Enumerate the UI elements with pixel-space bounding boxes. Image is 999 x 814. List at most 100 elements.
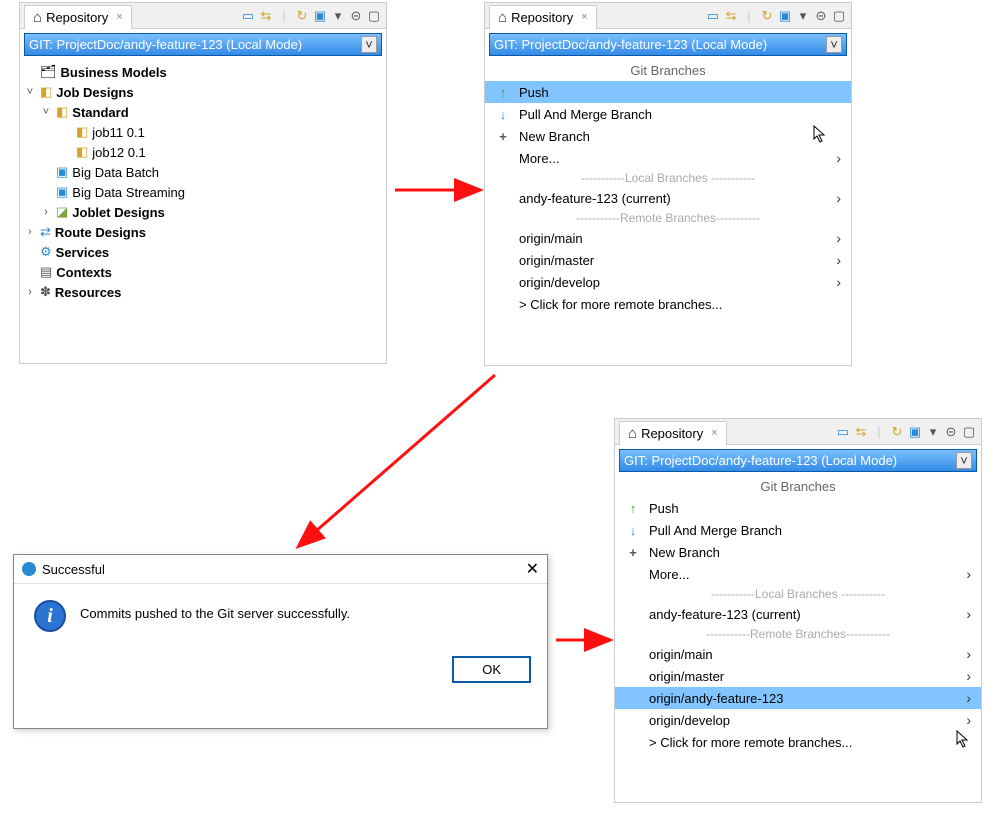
refresh-icon[interactable]: ↻ xyxy=(294,8,310,24)
tree-item-route-designs[interactable]: ›⇄Route Designs xyxy=(20,222,386,242)
toolbar-icon-2[interactable]: ⇆ xyxy=(723,8,739,24)
tree-item-joblet-designs[interactable]: ›◪Joblet Designs xyxy=(20,202,386,222)
panel-toolbar: ▭ ⇆ | ↻ ▣ ▾ ⊝ ▢ xyxy=(705,8,847,24)
chevron-right-icon: › xyxy=(966,646,971,662)
menu-item-local-current[interactable]: andy-feature-123 (current) › xyxy=(615,603,981,625)
twisty-closed-icon[interactable]: › xyxy=(40,206,52,218)
menu-item-push[interactable]: ↑ Push xyxy=(615,497,981,519)
tree-icon: ◪ xyxy=(56,204,68,220)
toolbar-icon-2[interactable]: ⇆ xyxy=(853,424,869,440)
tabbar: Repository × ▭ ⇆ | ↻ ▣ ▾ ⊝ ▢ xyxy=(20,3,386,29)
menu-item-origin-develop[interactable]: origin/develop › xyxy=(485,271,851,293)
tree-item-services[interactable]: ⚙Services xyxy=(20,242,386,262)
tree-item-job12[interactable]: ◧job12 0.1 xyxy=(20,142,386,162)
menu-item-origin-main[interactable]: origin/main › xyxy=(485,227,851,249)
tree-item-job11[interactable]: ◧job11 0.1 xyxy=(20,122,386,142)
repository-tree[interactable]: 🗂Business Models ˅◧Job Designs ˅◧Standar… xyxy=(20,60,386,363)
job-icon: ◧ xyxy=(76,124,88,140)
git-branches-menu: Git Branches ↑ Push ↓ Pull And Merge Bra… xyxy=(615,476,981,802)
minimize-icon[interactable]: ⊝ xyxy=(943,424,959,440)
view-menu-icon[interactable]: ▾ xyxy=(925,424,941,440)
menu-item-local-current[interactable]: andy-feature-123 (current) › xyxy=(485,187,851,209)
tree-icon: ⚙ xyxy=(40,244,52,260)
refresh-icon[interactable]: ↻ xyxy=(889,424,905,440)
toolbar-icon-1[interactable]: ▭ xyxy=(705,8,721,24)
tree-item-job-designs[interactable]: ˅◧Job Designs xyxy=(20,82,386,102)
chevron-right-icon: › xyxy=(836,150,841,166)
twisty-closed-icon[interactable]: › xyxy=(24,226,36,238)
menu-item-new-branch[interactable]: + New Branch xyxy=(615,541,981,563)
chevron-right-icon: › xyxy=(966,712,971,728)
repository-tab[interactable]: Repository × xyxy=(619,421,727,445)
twisty-open-icon[interactable]: ˅ xyxy=(40,106,52,118)
twisty-open-icon[interactable]: ˅ xyxy=(24,86,36,98)
chevron-right-icon: › xyxy=(836,274,841,290)
arrow-up-icon: ↑ xyxy=(625,501,641,516)
tree-item-standard[interactable]: ˅◧Standard xyxy=(20,102,386,122)
menu-item-more-remote[interactable]: > Click for more remote branches... xyxy=(615,731,981,753)
arrow-up-icon: ↑ xyxy=(495,85,511,100)
close-tab-icon[interactable]: × xyxy=(581,11,587,23)
repository-tab[interactable]: Repository × xyxy=(24,5,132,29)
tree-icon: ◧ xyxy=(40,84,52,100)
dialog-message: Commits pushed to the Git server success… xyxy=(80,600,350,621)
refresh-icon[interactable]: ↻ xyxy=(759,8,775,24)
maximize-icon[interactable]: ▢ xyxy=(961,424,977,440)
tree-item-business-models[interactable]: 🗂Business Models xyxy=(20,62,386,82)
chevron-right-icon: › xyxy=(966,566,971,582)
tree-item-contexts[interactable]: ▤Contexts xyxy=(20,262,386,282)
toolbar-icon-4[interactable]: ▣ xyxy=(907,424,923,440)
repo-selector[interactable]: GIT: ProjectDoc/andy-feature-123 (Local … xyxy=(489,33,847,56)
view-menu-icon[interactable]: ▾ xyxy=(330,8,346,24)
toolbar-icon-1[interactable]: ▭ xyxy=(240,8,256,24)
chevron-right-icon: › xyxy=(836,230,841,246)
maximize-icon[interactable]: ▢ xyxy=(366,8,382,24)
ok-button[interactable]: OK xyxy=(452,656,531,683)
toolbar-icon-4[interactable]: ▣ xyxy=(777,8,793,24)
tree-icon: ◧ xyxy=(56,104,68,120)
separator-local: -----------Local Branches ----------- xyxy=(485,169,851,187)
chevron-down-icon[interactable]: ˅ xyxy=(826,36,842,53)
close-icon[interactable]: ✕ xyxy=(526,559,539,579)
repository-panel-menu-push: Repository × ▭ ⇆ | ↻ ▣ ▾ ⊝ ▢ GIT: Projec… xyxy=(484,2,852,366)
success-dialog: Successful ✕ i Commits pushed to the Git… xyxy=(13,554,548,729)
tree-item-big-data-batch[interactable]: ▣Big Data Batch xyxy=(20,162,386,182)
menu-item-origin-master[interactable]: origin/master › xyxy=(615,665,981,687)
tree-icon: ▤ xyxy=(40,264,52,280)
tree-item-big-data-streaming[interactable]: ▣Big Data Streaming xyxy=(20,182,386,202)
twisty-closed-icon[interactable]: › xyxy=(24,286,36,298)
toolbar-icon-4[interactable]: ▣ xyxy=(312,8,328,24)
chevron-down-icon[interactable]: ˅ xyxy=(361,36,377,53)
minimize-icon[interactable]: ⊝ xyxy=(348,8,364,24)
close-tab-icon[interactable]: × xyxy=(711,427,717,439)
maximize-icon[interactable]: ▢ xyxy=(831,8,847,24)
chevron-down-icon[interactable]: ˅ xyxy=(956,452,972,469)
menu-item-more[interactable]: More... › xyxy=(615,563,981,585)
toolbar-icon-1[interactable]: ▭ xyxy=(835,424,851,440)
close-tab-icon[interactable]: × xyxy=(116,11,122,23)
job-icon: ◧ xyxy=(76,144,88,160)
repository-tab[interactable]: Repository × xyxy=(489,5,597,29)
panel-toolbar: ▭ ⇆ | ↻ ▣ ▾ ⊝ ▢ xyxy=(240,8,382,24)
menu-item-origin-main[interactable]: origin/main › xyxy=(615,643,981,665)
menu-item-origin-andy-feature-123[interactable]: origin/andy-feature-123 › xyxy=(615,687,981,709)
menu-item-origin-develop[interactable]: origin/develop › xyxy=(615,709,981,731)
menu-item-pull[interactable]: ↓ Pull And Merge Branch xyxy=(615,519,981,541)
menu-item-pull[interactable]: ↓ Pull And Merge Branch xyxy=(485,103,851,125)
menu-item-new-branch[interactable]: + New Branch xyxy=(485,125,851,147)
menu-item-origin-master[interactable]: origin/master › xyxy=(485,249,851,271)
view-menu-icon[interactable]: ▾ xyxy=(795,8,811,24)
repo-selector[interactable]: GIT: ProjectDoc/andy-feature-123 (Local … xyxy=(24,33,382,56)
dialog-title: Successful xyxy=(42,562,105,577)
menu-item-push[interactable]: ↑ Push xyxy=(485,81,851,103)
menu-item-more[interactable]: More... › xyxy=(485,147,851,169)
repo-selector-text: GIT: ProjectDoc/andy-feature-123 (Local … xyxy=(29,37,302,52)
minimize-icon[interactable]: ⊝ xyxy=(813,8,829,24)
toolbar-icon-2[interactable]: ⇆ xyxy=(258,8,274,24)
repository-panel-tree: Repository × ▭ ⇆ | ↻ ▣ ▾ ⊝ ▢ GIT: Projec… xyxy=(19,2,387,364)
menu-item-more-remote[interactable]: > Click for more remote branches... xyxy=(485,293,851,315)
arrow-down-icon: ↓ xyxy=(625,523,641,538)
repo-selector[interactable]: GIT: ProjectDoc/andy-feature-123 (Local … xyxy=(619,449,977,472)
tree-item-resources[interactable]: ›✽Resources xyxy=(20,282,386,302)
dialog-body: i Commits pushed to the Git server succe… xyxy=(14,584,547,648)
